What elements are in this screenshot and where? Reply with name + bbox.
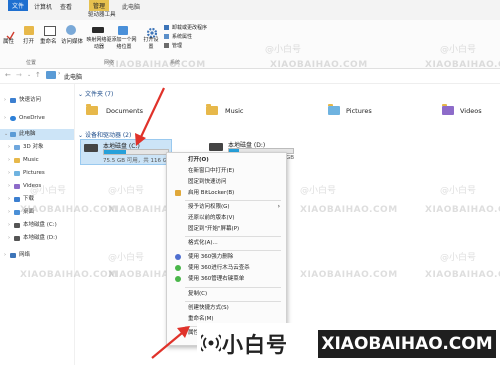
annotation-arrows [135, 87, 190, 359]
arrow-to-drive-head [135, 133, 146, 146]
arrow-to-properties [151, 332, 183, 359]
brand-name-cn: 小白号 [222, 333, 288, 357]
brand-name-en: XIAOBAIHAO.COM [318, 330, 496, 358]
broadcast-icon [201, 334, 221, 352]
arrow-to-drive [139, 87, 165, 140]
brand-banner: 小白号 XIAOBAIHAO.COM [197, 323, 500, 365]
